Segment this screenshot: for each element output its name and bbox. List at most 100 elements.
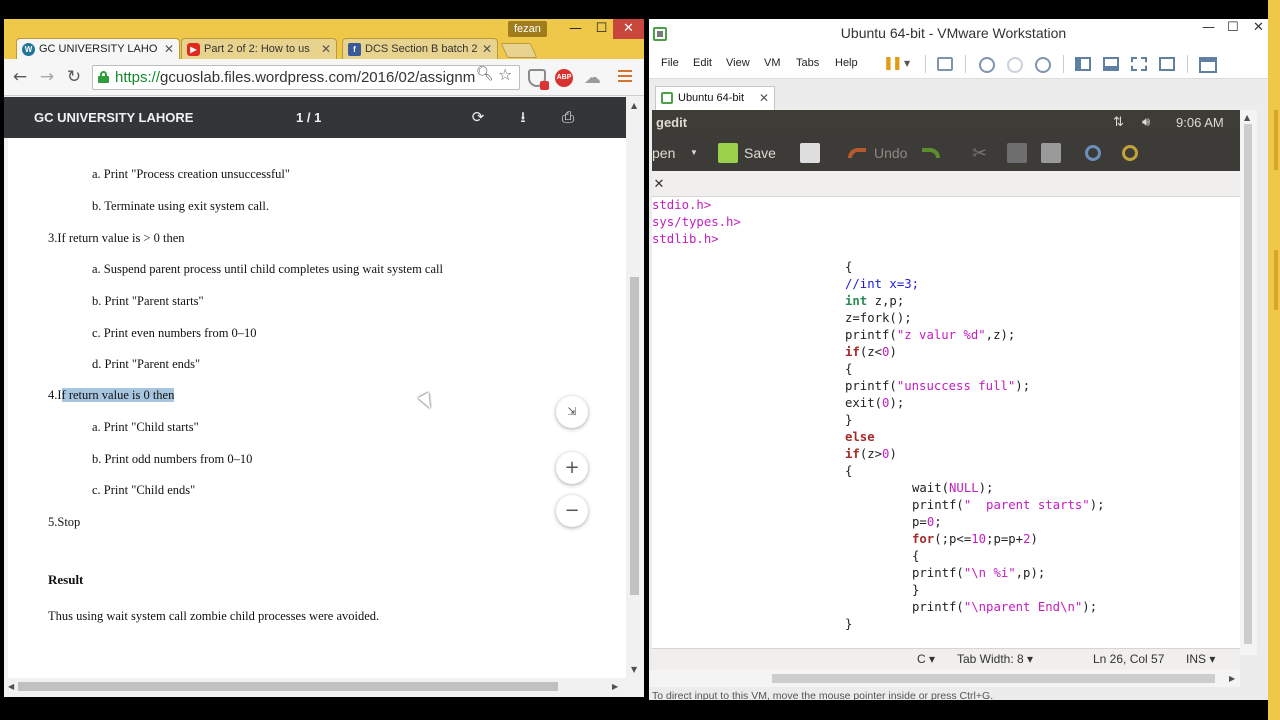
- insert-mode[interactable]: INS ▾: [1186, 649, 1215, 670]
- snapshot-icon[interactable]: [979, 57, 995, 73]
- pdf-page-indicator: 1 / 1: [296, 110, 322, 125]
- adblock-plus-icon[interactable]: ABP: [555, 69, 573, 87]
- scroll-up-icon[interactable]: ▲: [631, 101, 637, 110]
- wordpress-icon: W: [22, 43, 35, 56]
- zoom-out-button[interactable]: −: [556, 495, 588, 527]
- vmware-tabbar: Ubuntu 64-bit ✕: [649, 80, 1268, 110]
- tab-close-icon[interactable]: ✕: [164, 39, 174, 60]
- vm-vertical-scrollbar[interactable]: ▲: [1240, 110, 1257, 655]
- vm-horizontal-scrollbar[interactable]: ▶: [649, 670, 1240, 687]
- tab-gc-university[interactable]: W GC UNIVERSITY LAHO ✕: [16, 38, 180, 60]
- library-icon[interactable]: [1075, 57, 1091, 71]
- paste-icon[interactable]: [1041, 143, 1061, 163]
- tab-close-icon[interactable]: ✕: [482, 39, 492, 60]
- search-icon[interactable]: 🔍︎: [476, 66, 494, 82]
- pdf-line-selected[interactable]: 4.If return value is 0 then: [48, 387, 175, 403]
- console-view-icon[interactable]: [1103, 57, 1119, 71]
- chrome-close-button[interactable]: ✕: [613, 19, 644, 39]
- network-icon[interactable]: ⇅: [1113, 110, 1124, 135]
- chrome-menu-icon[interactable]: [618, 70, 632, 84]
- undo-icon[interactable]: [848, 148, 866, 158]
- tab-width-selector[interactable]: Tab Width: 8 ▾: [957, 649, 1033, 670]
- menu-edit[interactable]: Edit: [693, 49, 712, 78]
- scroll-right-icon[interactable]: ▶: [612, 682, 618, 691]
- download-icon[interactable]: ⭳: [513, 107, 533, 127]
- chrome-minimize-button[interactable]: —: [562, 19, 589, 39]
- reload-icon[interactable]: ↻: [64, 67, 84, 87]
- find-icon[interactable]: [1085, 145, 1101, 161]
- vmware-maximize-button[interactable]: ☐: [1227, 20, 1239, 35]
- print-icon[interactable]: [800, 143, 820, 163]
- scroll-up-icon[interactable]: ▲: [1244, 113, 1250, 122]
- document-close-icon[interactable]: ✕: [652, 171, 666, 197]
- undo-button[interactable]: Undo: [874, 135, 907, 171]
- address-bar[interactable]: https://gcuoslab.files.wordpress.com/201…: [92, 65, 520, 90]
- scrollbar-thumb[interactable]: [1244, 124, 1252, 644]
- code-line: printf("\nparent End\n");: [912, 600, 1098, 614]
- rotate-icon[interactable]: ⟳: [468, 107, 488, 127]
- tab-ubuntu-vm[interactable]: Ubuntu 64-bit ✕: [655, 86, 775, 110]
- vm-status-hint: To direct input to this VM, move the mou…: [652, 690, 994, 700]
- new-tab-button[interactable]: [500, 43, 538, 58]
- snapshot-manager-icon[interactable]: [1035, 57, 1051, 73]
- scroll-right-icon[interactable]: ▶: [1229, 674, 1235, 683]
- redo-icon[interactable]: [922, 148, 940, 158]
- chrome-window: fezan — ☐ ✕ W GC UNIVERSITY LAHO ✕ ▶ Par…: [4, 19, 644, 697]
- open-dropdown-icon[interactable]: ▼: [690, 135, 698, 171]
- tab-youtube[interactable]: ▶ Part 2 of 2: How to us ✕: [181, 38, 337, 60]
- tab-close-icon[interactable]: ✕: [321, 39, 331, 60]
- chrome-user-badge[interactable]: fezan: [508, 21, 547, 37]
- clock[interactable]: 9:06 AM: [1176, 110, 1224, 135]
- pause-icon[interactable]: ❚❚: [883, 57, 903, 71]
- pdf-line: c. Print "Child ends": [92, 483, 196, 497]
- code-line: if(z<0): [845, 345, 897, 359]
- open-button[interactable]: pen: [652, 135, 675, 171]
- menu-view[interactable]: View: [726, 49, 750, 78]
- scrollbar-thumb[interactable]: [772, 674, 1215, 683]
- code-line: z=fork();: [845, 311, 912, 325]
- code-line: printf("z valur %d",z);: [845, 328, 1016, 342]
- pause-dropdown-icon[interactable]: ▼: [904, 57, 910, 71]
- find-replace-icon[interactable]: [1122, 145, 1138, 161]
- revert-snapshot-icon[interactable]: [1007, 57, 1023, 73]
- view-toggle-icon[interactable]: [1199, 57, 1217, 73]
- scrollbar-thumb[interactable]: [18, 682, 558, 691]
- vm-tab-close-icon[interactable]: ✕: [759, 87, 769, 110]
- back-icon[interactable]: ←: [10, 67, 30, 87]
- scroll-down-icon[interactable]: ▼: [631, 665, 637, 674]
- sound-icon[interactable]: 🔊︎: [1142, 110, 1150, 135]
- save-button[interactable]: Save: [744, 135, 776, 171]
- scrollbar-thumb[interactable]: [630, 277, 639, 595]
- browser-toolbar: ← → ↻ https://gcuoslab.files.wordpress.c…: [4, 59, 644, 96]
- vm-guest-display[interactable]: gedit ⇅ 🔊︎ 9:06 AM pen ▼ Save Undo ✂ ✕ s…: [652, 110, 1240, 670]
- send-keys-icon[interactable]: [937, 57, 953, 71]
- url-text: gcuoslab.files.wordpress.com/2016/02/ass…: [160, 69, 476, 86]
- vmware-minimize-button[interactable]: —: [1202, 20, 1215, 35]
- print-icon[interactable]: ⎙: [558, 107, 578, 127]
- vmware-close-button[interactable]: ✕: [1253, 20, 1264, 35]
- zoom-in-button[interactable]: +: [556, 452, 588, 484]
- menu-help[interactable]: Help: [835, 49, 858, 78]
- forward-icon[interactable]: →: [37, 67, 57, 87]
- shield-extension-icon[interactable]: [528, 69, 549, 90]
- unity-icon[interactable]: [1159, 57, 1175, 71]
- menu-file[interactable]: File: [661, 49, 679, 78]
- save-icon[interactable]: [718, 143, 738, 163]
- copy-icon[interactable]: [1007, 143, 1027, 163]
- chrome-maximize-button[interactable]: ☐: [588, 19, 615, 39]
- pdf-horizontal-scrollbar[interactable]: ◀ ▶: [4, 678, 626, 695]
- cloud-extension-icon[interactable]: ☁: [584, 69, 602, 87]
- fit-to-page-button[interactable]: ⇲: [556, 396, 588, 428]
- bookmark-star-icon[interactable]: ☆: [498, 65, 512, 84]
- menu-vm[interactable]: VM: [764, 49, 781, 78]
- pdf-vertical-scrollbar[interactable]: ▲ ▼: [626, 97, 644, 678]
- menu-tabs[interactable]: Tabs: [796, 49, 819, 78]
- full-screen-icon[interactable]: [1131, 57, 1147, 71]
- tab-facebook[interactable]: f DCS Section B batch 2 ✕: [342, 38, 498, 60]
- scroll-left-icon[interactable]: ◀: [8, 682, 14, 691]
- code-editor[interactable]: stdio.h> sys/types.h> stdlib.h> { //int …: [652, 197, 1240, 648]
- cut-icon[interactable]: ✂: [972, 143, 992, 163]
- code-line: else: [845, 430, 875, 444]
- code-line: stdio.h>: [652, 198, 712, 212]
- language-selector[interactable]: C ▾: [917, 649, 935, 670]
